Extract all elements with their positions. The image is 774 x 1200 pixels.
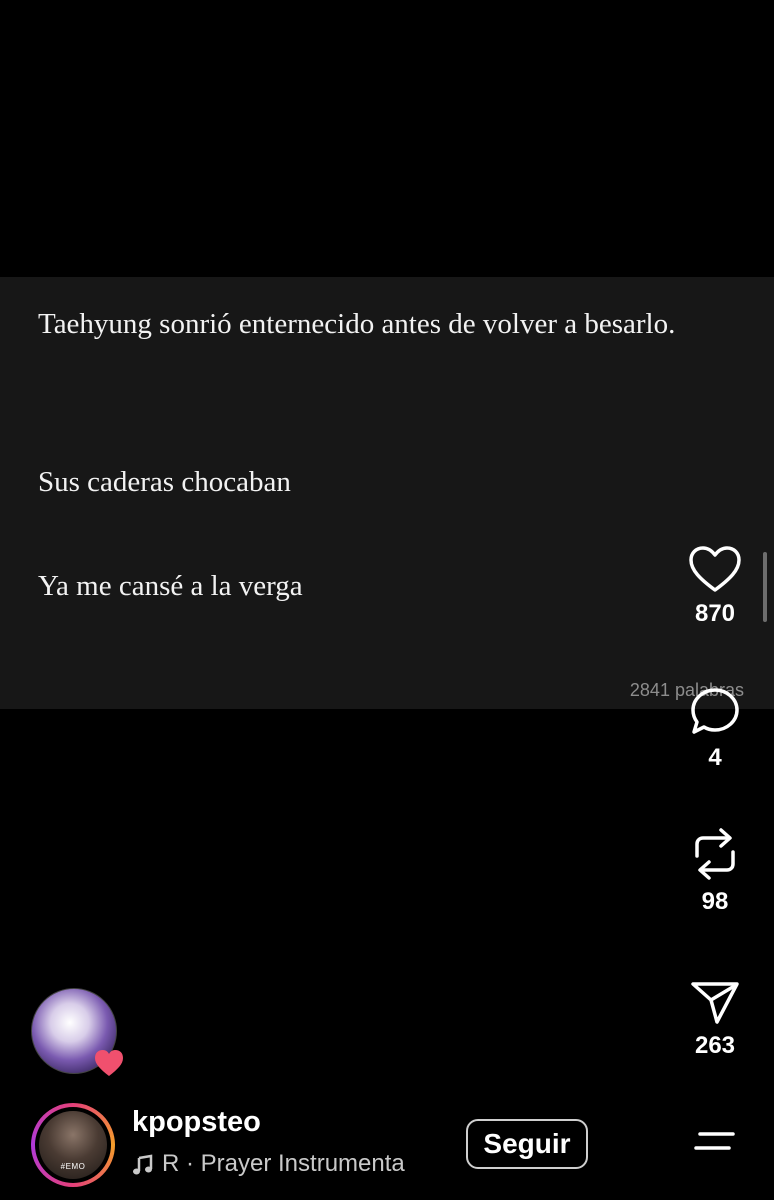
like-button[interactable]: 870 <box>670 544 760 628</box>
scrollbar[interactable] <box>763 552 767 622</box>
comment-button[interactable]: 4 <box>670 686 760 772</box>
share-button[interactable]: 263 <box>670 978 760 1060</box>
avatar-tag: #EMO <box>60 1162 86 1171</box>
story-paragraph-3: Ya me cansé a la verga <box>38 570 303 602</box>
repost-arrows-icon <box>695 828 735 880</box>
heart-badge-icon <box>95 1050 123 1076</box>
story-paragraph-2: Sus caderas chocaban <box>38 466 291 498</box>
music-track[interactable]: R · Prayer Instrumenta <box>132 1150 438 1180</box>
author-avatar[interactable]: #EMO <box>31 1103 115 1187</box>
heart-outline-icon <box>689 546 741 592</box>
paper-plane-icon <box>691 982 739 1024</box>
sound-avatar[interactable] <box>31 988 123 1076</box>
comment-count: 4 <box>708 744 722 771</box>
author-username[interactable]: kpopsteo <box>132 1106 261 1139</box>
author-row: #EMO kpopsteo R · Prayer Instrumenta Seg… <box>0 1100 774 1190</box>
like-count: 870 <box>694 600 736 627</box>
music-note-icon <box>133 1154 153 1175</box>
speech-bubble-icon <box>691 688 739 734</box>
story-paragraph-1: Taehyung sonrió enternecido antes de vol… <box>38 308 676 340</box>
menu-lines-icon[interactable] <box>694 1128 736 1156</box>
follow-button[interactable]: Seguir <box>466 1119 588 1169</box>
music-title: R · Prayer Instrumenta <box>162 1150 405 1177</box>
share-count: 263 <box>694 1032 736 1059</box>
author-profile-picture: #EMO <box>39 1111 107 1179</box>
repost-button[interactable]: 98 <box>670 826 760 916</box>
repost-count: 98 <box>701 888 729 915</box>
